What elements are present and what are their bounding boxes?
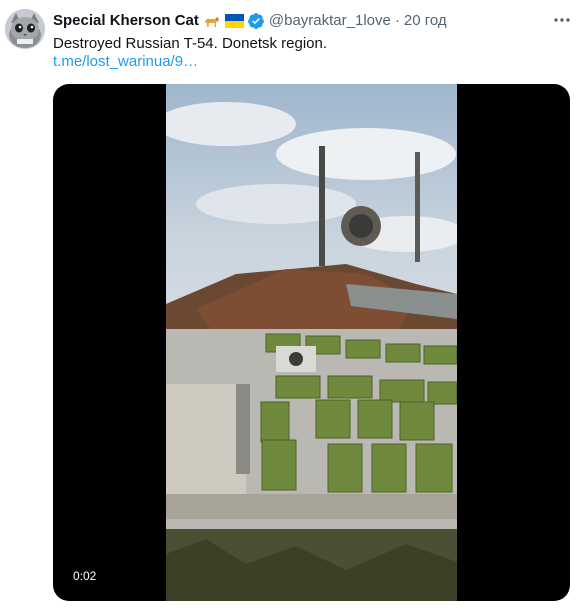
- author-name[interactable]: Special Kherson Cat: [53, 11, 199, 31]
- tweet-text: Destroyed Russian T-54. Donetsk region.: [53, 35, 328, 52]
- video-player[interactable]: 0:02: [53, 84, 570, 601]
- author-avatar[interactable]: [5, 9, 45, 49]
- video-timestamp: 0:02: [67, 567, 103, 585]
- tweet-time[interactable]: 20 год: [404, 11, 447, 31]
- cat-avatar-icon: [5, 9, 45, 49]
- more-icon: [554, 18, 570, 22]
- destroyed-tank-image: [166, 84, 457, 601]
- tweet-header: Special Kherson Cat @bayraktar_1love · 2…: [53, 11, 558, 31]
- tweet[interactable]: Special Kherson Cat @bayraktar_1love · 2…: [0, 0, 588, 613]
- author-handle[interactable]: @bayraktar_1love: [269, 11, 391, 31]
- video-frame: [166, 84, 457, 601]
- ukraine-flag-icon: [224, 14, 244, 28]
- more-button[interactable]: [552, 12, 572, 28]
- separator-dot: ·: [394, 12, 400, 29]
- verified-badge-icon: [247, 12, 265, 30]
- dog-icon: [203, 13, 221, 29]
- tweet-link[interactable]: t.me/lost_warinua/9…: [53, 52, 198, 72]
